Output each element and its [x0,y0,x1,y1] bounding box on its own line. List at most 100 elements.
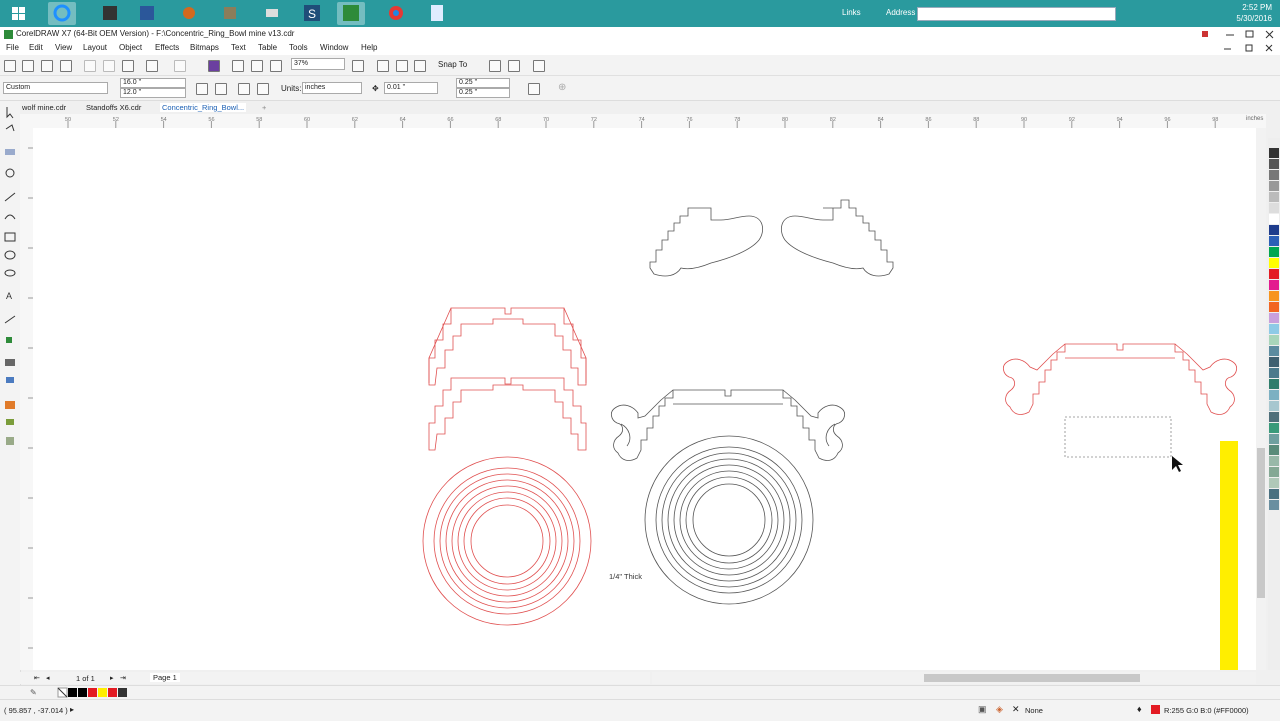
menu-object[interactable]: Object [119,43,142,52]
links-label[interactable]: Links [842,8,861,17]
menu-help[interactable]: Help [361,43,377,52]
palette-swatch[interactable] [1269,489,1279,499]
menu-tools[interactable]: Tools [289,43,308,52]
previous-page-icon[interactable]: ◂ [46,674,50,682]
full-screen-icon[interactable] [377,60,389,72]
next-page-icon[interactable]: ▸ [110,674,114,682]
palette-swatch[interactable] [1269,203,1279,213]
palette-swatch[interactable] [1269,500,1279,510]
palette-swatch[interactable] [1269,159,1279,169]
app-icon[interactable] [216,2,244,25]
drawing-canvas[interactable]: 1/4" Thick [33,128,1266,670]
menu-effects[interactable]: Effects [155,43,179,52]
palette-swatch[interactable] [1269,478,1279,488]
palette-swatch[interactable] [1269,313,1279,323]
palette-swatch[interactable] [1269,291,1279,301]
palette-swatch[interactable] [1269,401,1279,411]
units-select[interactable]: inches [302,82,362,94]
horizontal-scroll-thumb[interactable] [924,674,1140,682]
document-icon[interactable] [423,2,451,25]
new-tab-icon[interactable]: + [262,103,266,112]
duplicate-x-input[interactable]: 0.25 " [456,78,510,88]
application-launcher-icon[interactable] [508,60,520,72]
copy-icon[interactable] [103,60,115,72]
page-height-input[interactable]: 12.0 " [120,88,186,98]
add-icon[interactable]: ⊕ [558,82,566,93]
grid-icon[interactable] [414,60,426,72]
snap-to-dropdown[interactable]: Snap To [438,60,467,69]
word-icon[interactable] [133,2,161,25]
palette-swatch[interactable] [1269,192,1279,202]
palette-swatch[interactable] [1269,379,1279,389]
palette-swatch[interactable] [1269,170,1279,180]
app-icon[interactable] [96,2,124,25]
toolbox-icons[interactable]: A [0,101,20,461]
portrait-icon[interactable] [196,83,208,95]
palette-swatch[interactable] [1269,225,1279,235]
landscape-icon[interactable] [215,83,227,95]
cut-icon[interactable] [84,60,96,72]
palette-swatch[interactable] [1269,181,1279,191]
vertical-scroll-thumb[interactable] [1257,448,1265,598]
menu-file[interactable]: File [6,43,19,52]
palette-swatches[interactable] [1268,138,1280,670]
palette-swatch[interactable] [1269,236,1279,246]
last-page-icon[interactable]: ⇥ [120,674,126,682]
palette-swatch[interactable] [1269,456,1279,466]
address-input[interactable] [917,7,1116,21]
palette-swatch[interactable] [1269,357,1279,367]
ie-icon[interactable] [48,2,76,25]
app-icon[interactable]: S [298,2,326,25]
first-page-icon[interactable]: ⇤ [34,674,40,682]
horizontal-ruler[interactable]: 50 52 54 56 58 60 62 64 66 68 70 72 74 76 78 80 82 84 86 88… [20,114,1266,129]
palette-swatch[interactable] [1269,324,1279,334]
palette-swatch[interactable] [1269,412,1279,422]
current-page-icon[interactable] [257,83,269,95]
paste-icon[interactable] [122,60,134,72]
palette-swatch[interactable] [1269,214,1279,224]
menu-edit[interactable]: Edit [29,43,43,52]
tab-wolf-mine[interactable]: wolf mine.cdr [22,103,66,112]
doc-window-controls[interactable] [1204,43,1276,53]
clock[interactable]: 2:52 PM 5/30/2016 [1228,2,1272,24]
palette-swatch[interactable] [1269,346,1279,356]
palette-swatch[interactable] [1269,423,1279,433]
palette-swatch[interactable] [1269,434,1279,444]
page-tab[interactable]: Page 1 [150,673,180,682]
menu-view[interactable]: View [55,43,72,52]
fill-icon[interactable]: ▣ [978,704,987,715]
coreldraw-icon[interactable] [337,2,365,25]
menu-layout[interactable]: Layout [83,43,107,52]
print-icon[interactable] [60,60,72,72]
rulers-icon[interactable] [396,60,408,72]
palette-swatch[interactable] [1269,247,1279,257]
app-icon[interactable] [175,2,203,25]
drawing-shapes[interactable] [33,128,1266,670]
palette-swatch[interactable] [1269,445,1279,455]
options-icon[interactable] [489,60,501,72]
palette-swatch[interactable] [1269,368,1279,378]
zoom-page-icon[interactable] [352,60,364,72]
zoom-level-select[interactable]: 37% [291,58,345,70]
status-expand-icon[interactable]: ▸ [70,705,74,714]
palette-swatch[interactable] [1269,390,1279,400]
launcher-dropdown-icon[interactable] [533,60,545,72]
palette-swatch[interactable] [1269,148,1279,158]
palette-swatch[interactable] [1269,302,1279,312]
duplicate-y-input[interactable]: 0.25 " [456,88,510,98]
palette-swatch[interactable] [1269,467,1279,477]
undo-icon[interactable] [146,60,158,72]
color-palette[interactable] [1268,138,1280,670]
search-content-icon[interactable] [208,60,220,72]
page-width-input[interactable]: 16.0 " [120,78,186,88]
menu-table[interactable]: Table [258,43,277,52]
printer-icon[interactable] [258,2,286,25]
start-icon[interactable] [4,2,32,25]
tab-standoffs[interactable]: Standoffs X6.cdr [86,103,141,112]
window-controls[interactable] [1200,29,1276,39]
palette-swatch[interactable] [1269,269,1279,279]
outline-pen-icon[interactable]: ♦ [1137,704,1142,714]
tab-concentric-ring-bowl[interactable]: Concentric_Ring_Bowl... [160,103,247,112]
chrome-icon[interactable] [382,2,410,25]
import-icon[interactable] [232,60,244,72]
